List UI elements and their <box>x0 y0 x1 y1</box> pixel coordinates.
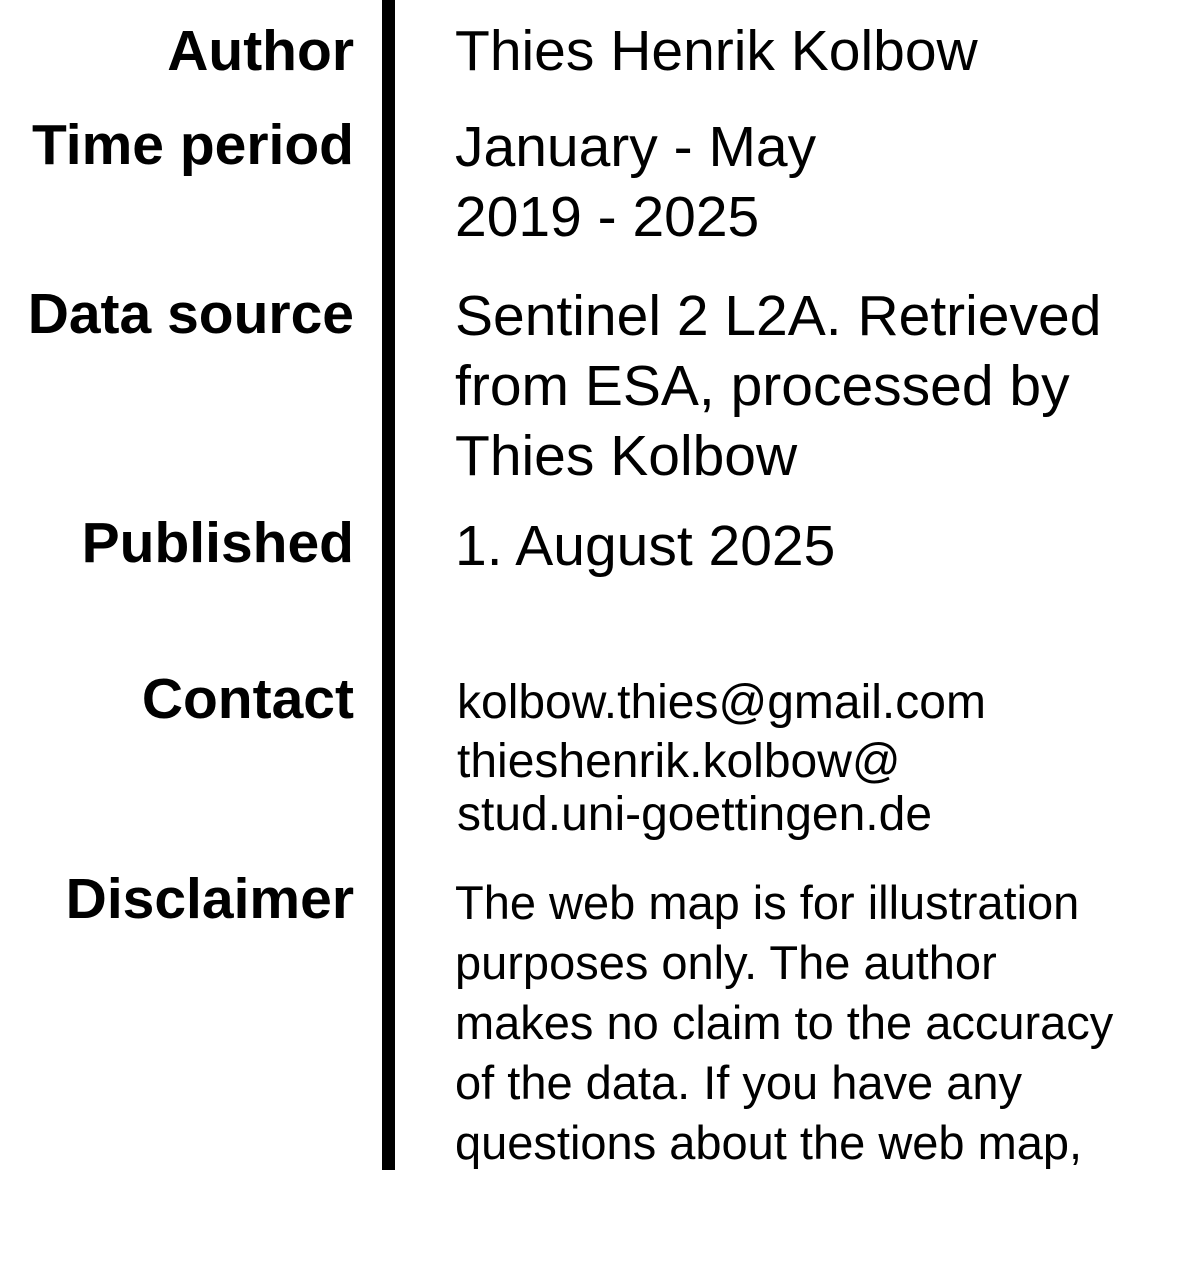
author-label: Author <box>167 19 354 83</box>
contact-email: thieshenrik.kolbow@ <box>457 735 901 788</box>
vertical-divider <box>382 0 395 1170</box>
disclaimer-label: Disclaimer <box>65 867 354 931</box>
published-value: 1. August 2025 <box>455 514 836 578</box>
data-source-line: Thies Kolbow <box>455 424 798 488</box>
time-period-line: January - May <box>455 115 817 179</box>
disclaimer-line: purposes only. The author <box>455 936 997 989</box>
disclaimer-text: The web map is for illustration purposes… <box>455 873 1113 1173</box>
time-period-label: Time period <box>31 113 354 177</box>
published-label: Published <box>81 511 354 575</box>
disclaimer-line: The web map is for illustration <box>455 876 1080 929</box>
contact-value: kolbow.thies@gmail.com thieshenrik.kolbo… <box>457 674 986 841</box>
disclaimer-line: of the data. If you have any <box>455 1056 1023 1109</box>
time-period-value: January - May 2019 - 2025 <box>455 112 816 252</box>
data-source-label: Data source <box>27 282 354 346</box>
author-value: Thies Henrik Kolbow <box>455 19 978 83</box>
contact-label: Contact <box>141 667 354 731</box>
data-source-line: from ESA, processed by <box>455 354 1070 418</box>
data-source-value: Sentinel 2 L2A. Retrieved from ESA, proc… <box>455 281 1101 491</box>
time-period-line: 2019 - 2025 <box>455 185 760 249</box>
disclaimer-line: makes no claim to the accuracy <box>455 996 1114 1049</box>
contact-email: kolbow.thies@gmail.com <box>457 676 986 729</box>
disclaimer-line: questions about the web map, <box>455 1116 1083 1169</box>
contact-email: stud.uni-goettingen.de <box>457 788 933 841</box>
data-source-line: Sentinel 2 L2A. Retrieved <box>455 284 1102 348</box>
